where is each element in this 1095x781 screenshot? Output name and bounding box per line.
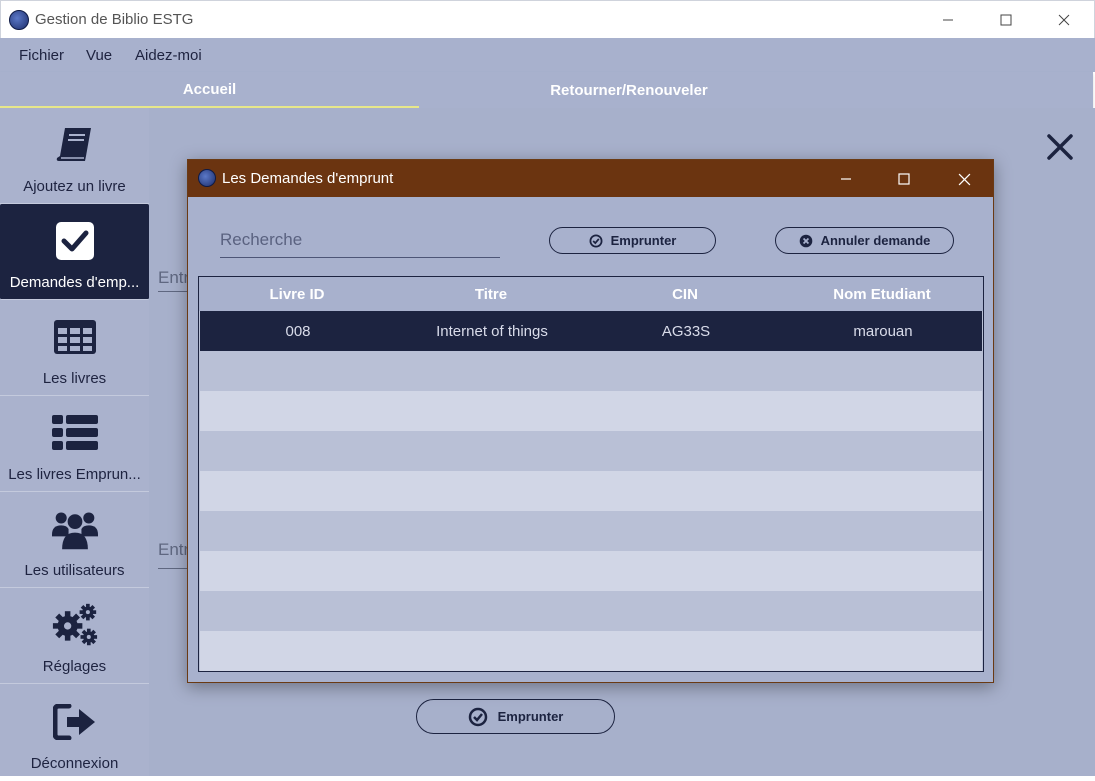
empty-table-row xyxy=(200,391,982,431)
table-header: Livre ID Titre CIN Nom Etudiant xyxy=(199,277,983,311)
menu-fichier[interactable]: Fichier xyxy=(19,47,64,64)
list-icon xyxy=(51,412,98,454)
sidebar-item-label: Les livres Emprun... xyxy=(8,466,141,483)
empty-table-row xyxy=(200,551,982,591)
dialog-maximize-button[interactable] xyxy=(884,166,924,192)
column-header-livre-id[interactable]: Livre ID xyxy=(199,277,395,311)
close-button[interactable] xyxy=(1041,7,1087,33)
close-panel-button[interactable] xyxy=(1045,132,1075,162)
empty-table-row xyxy=(200,591,982,631)
tab-bar: Accueil Retourner/Renouveler xyxy=(0,72,1093,108)
cell-nom-etudiant: marouan xyxy=(853,322,913,340)
search-input[interactable] xyxy=(220,226,500,258)
table-row[interactable]: 008 Internet of things AG33S marouan xyxy=(200,311,982,351)
column-header-nom-etudiant[interactable]: Nom Etudiant xyxy=(783,277,981,311)
main-emprunter-button[interactable]: Emprunter xyxy=(416,699,615,734)
status-strip xyxy=(0,776,1095,781)
dialog-close-button[interactable] xyxy=(944,166,984,192)
window-titlebar: Gestion de Biblio ESTG xyxy=(0,0,1095,38)
empty-table-row xyxy=(200,431,982,471)
book-icon xyxy=(52,124,98,166)
logout-icon xyxy=(52,701,98,743)
maximize-icon xyxy=(1000,14,1012,26)
window-title: Gestion de Biblio ESTG xyxy=(35,11,194,28)
close-icon xyxy=(1047,134,1073,160)
sidebar-item-ajoutez-livre[interactable]: Ajoutez un livre xyxy=(0,108,149,204)
emprunter-button[interactable]: Emprunter xyxy=(549,227,716,254)
cell-livre-id: 008 xyxy=(285,322,311,340)
cell-titre: Internet of things xyxy=(436,322,548,340)
annuler-demande-button[interactable]: Annuler demande xyxy=(775,227,954,254)
menu-bar: Fichier Vue Aidez-moi xyxy=(0,38,1095,72)
entry-field-underline xyxy=(158,291,188,292)
cancel-circle-icon xyxy=(799,234,812,247)
sidebar-item-label: Ajoutez un livre xyxy=(23,178,126,195)
cell-cin: AG33S xyxy=(661,322,711,340)
sidebar-item-reglages[interactable]: Réglages xyxy=(0,588,149,684)
empty-table-row xyxy=(200,471,982,511)
emprunter-label: Emprunter xyxy=(610,233,677,248)
menu-vue[interactable]: Vue xyxy=(86,47,112,64)
tab-retourner-renouveler[interactable]: Retourner/Renouveler xyxy=(419,72,839,108)
app-logo-icon xyxy=(9,10,29,30)
sidebar-item-deconnexion[interactable]: Déconnexion xyxy=(0,684,149,780)
entry-field-label: Entr xyxy=(158,268,190,287)
gears-icon xyxy=(52,603,98,646)
sidebar-item-label: Déconnexion xyxy=(30,755,119,772)
close-icon xyxy=(1058,14,1070,26)
tab-accueil[interactable]: Accueil xyxy=(0,72,419,108)
check-circle-icon xyxy=(589,234,603,247)
minimize-icon xyxy=(943,19,953,21)
empty-table-row xyxy=(200,511,982,551)
close-icon xyxy=(958,173,970,185)
dialog-title: Les Demandes d'emprunt xyxy=(222,170,394,187)
sidebar-item-demandes-emprunt[interactable]: Demandes d'emp... xyxy=(0,204,149,300)
entry-field-label: Entr xyxy=(158,540,190,559)
sidebar-item-label: Réglages xyxy=(42,658,107,675)
app-logo-icon xyxy=(198,169,216,187)
sidebar: Ajoutez un livre Demandes d'emp... Les l… xyxy=(0,108,149,781)
table-icon xyxy=(52,316,98,358)
menu-aidez-moi[interactable]: Aidez-moi xyxy=(135,47,202,64)
checkbox-icon xyxy=(52,220,98,262)
annuler-label: Annuler demande xyxy=(820,233,931,248)
minimize-button[interactable] xyxy=(925,7,971,33)
entry-field-underline xyxy=(158,568,188,569)
sidebar-item-utilisateurs[interactable]: Les utilisateurs xyxy=(0,492,149,588)
sidebar-item-label: Les utilisateurs xyxy=(24,562,125,579)
dialog-titlebar: Les Demandes d'emprunt xyxy=(188,160,993,197)
empty-table-row xyxy=(200,631,982,671)
maximize-button[interactable] xyxy=(983,7,1029,33)
dialog-minimize-button[interactable] xyxy=(826,166,866,192)
users-icon xyxy=(51,508,98,550)
sidebar-item-livres-empruntes[interactable]: Les livres Emprun... xyxy=(0,396,149,492)
sidebar-item-label: Les livres xyxy=(42,370,107,387)
demandes-table: Livre ID Titre CIN Nom Etudiant 008 Inte… xyxy=(198,276,984,672)
check-circle-icon xyxy=(468,707,487,726)
sidebar-item-label: Demandes d'emp... xyxy=(9,274,140,291)
column-header-cin[interactable]: CIN xyxy=(587,277,783,311)
minimize-icon xyxy=(841,178,851,180)
empty-table-row xyxy=(200,351,982,391)
main-emprunter-label: Emprunter xyxy=(497,709,564,724)
sidebar-item-les-livres[interactable]: Les livres xyxy=(0,300,149,396)
maximize-icon xyxy=(898,173,910,185)
column-header-titre[interactable]: Titre xyxy=(395,277,587,311)
demandes-emprunt-dialog: Les Demandes d'emprunt Emprunter Annuler… xyxy=(187,159,994,683)
